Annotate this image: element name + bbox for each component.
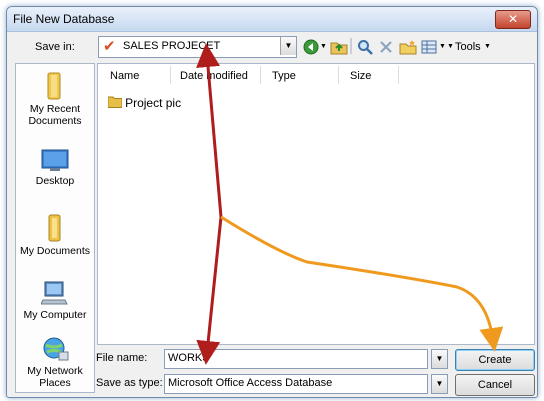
orange-arrow (220, 215, 504, 352)
file-new-database-dialog: File New Database ✕ Save in: ✔ SALES PRO… (6, 6, 538, 398)
red-arrow-up (196, 43, 223, 218)
annotation-arrows (196, 43, 504, 365)
red-arrow-down (196, 216, 223, 365)
